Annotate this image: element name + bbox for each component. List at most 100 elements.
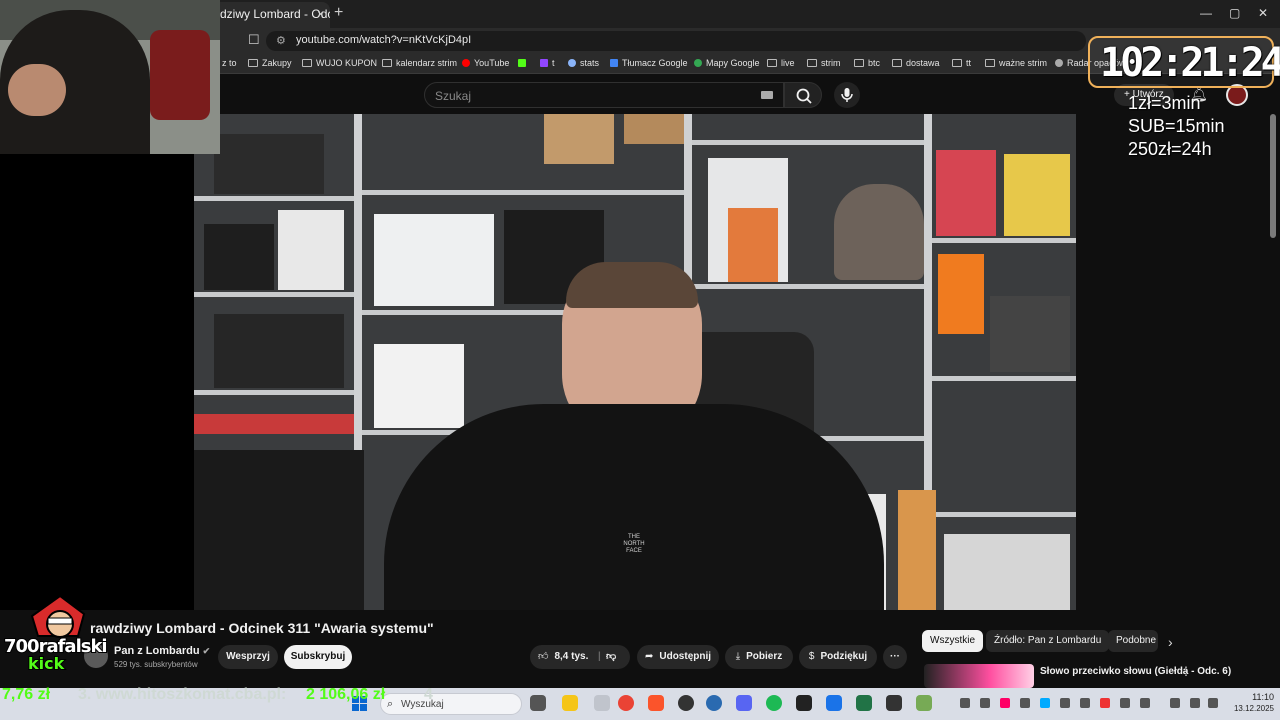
bookmark-item[interactable]: stats — [568, 58, 599, 68]
youtube-icon — [462, 59, 470, 67]
tray-icon[interactable] — [1100, 698, 1110, 708]
bag — [194, 450, 364, 610]
bookmark-item[interactable]: btc — [854, 58, 880, 68]
bookmark-item[interactable]: WUJO KUPON — [302, 58, 377, 68]
microphone-tray-icon[interactable] — [1170, 698, 1180, 708]
tray-icon[interactable] — [980, 698, 990, 708]
tray-icon[interactable] — [960, 698, 970, 708]
bookmark-item[interactable]: Tłumacz Google — [610, 58, 688, 68]
chevron-right-icon[interactable]: › — [1168, 634, 1173, 650]
tray-icon[interactable] — [1140, 698, 1150, 708]
tab-title: dziwy Lombard - Odcine — [220, 7, 330, 21]
taskbar-search-input[interactable]: ⌕ Wyszukaj — [380, 693, 522, 715]
tray-icon[interactable] — [1020, 698, 1030, 708]
bookmark-item[interactable]: live — [767, 58, 795, 68]
folder-icon — [302, 59, 312, 67]
bookmark-item[interactable]: z to — [222, 58, 237, 68]
download-button[interactable]: ⤓ Pobierz — [725, 645, 793, 669]
app-icon[interactable] — [826, 695, 842, 711]
tray-icon[interactable] — [1080, 698, 1090, 708]
video-title: rawdziwy Lombard - Odcinek 311 "Awaria s… — [90, 620, 434, 636]
chip-all[interactable]: Wszystkie — [922, 630, 983, 652]
share-icon: ➦ — [644, 651, 654, 662]
chrome-icon[interactable] — [618, 695, 634, 711]
tray-icon[interactable] — [1000, 698, 1010, 708]
search-icon — [796, 88, 812, 104]
new-tab-button[interactable]: + — [334, 4, 343, 22]
recommended-video-thumbnail[interactable] — [924, 664, 1034, 688]
network-icon[interactable] — [1190, 698, 1200, 708]
theater-right-margin — [1076, 114, 1280, 610]
bookmark-item[interactable]: strim — [807, 58, 841, 68]
bookmark-item[interactable]: t — [540, 58, 555, 68]
channel-name[interactable]: Pan z Lombardu ✔ — [114, 645, 210, 657]
url-field[interactable]: ⚙ youtube.com/watch?v=nKtVcKjD4pI — [266, 31, 1086, 51]
tray-icon[interactable] — [1120, 698, 1130, 708]
subathon-timer: 102:21:24 — [1100, 40, 1280, 86]
bookmark-item[interactable]: Zakupy — [248, 58, 292, 68]
minimize-button[interactable]: — — [1200, 6, 1212, 20]
volume-icon[interactable] — [1208, 698, 1218, 708]
bookmark-item[interactable]: ważne strim — [985, 58, 1047, 68]
bluetooth-icon[interactable] — [1040, 698, 1050, 708]
page-scrollbar[interactable] — [1270, 114, 1276, 238]
thanks-icon: $ — [808, 651, 815, 662]
bookmark-item[interactable] — [518, 58, 530, 68]
taskview-icon[interactable] — [530, 695, 546, 711]
person-hair — [566, 262, 698, 308]
excel-icon[interactable] — [856, 695, 872, 711]
browser-tab-active[interactable]: dziwy Lombard - Odcine × — [212, 2, 330, 28]
bookmark-item[interactable]: Mapy Google — [694, 58, 760, 68]
share-button[interactable]: ➦ Udostępnij — [637, 645, 719, 669]
bookmark-icon[interactable]: ☐ — [248, 32, 260, 48]
support-button[interactable]: Wesprzyj — [218, 645, 278, 669]
shelf-board — [194, 292, 354, 297]
shelf-board — [692, 140, 924, 145]
maximize-button[interactable]: ▢ — [1229, 6, 1240, 20]
app-icon[interactable] — [594, 695, 610, 711]
obs-icon[interactable] — [678, 695, 694, 711]
search-input[interactable]: Szukaj — [424, 82, 784, 108]
chip-similar[interactable]: Podobne — [1108, 630, 1158, 652]
more-actions-button[interactable]: ··· — [883, 645, 907, 669]
backpack — [834, 184, 924, 280]
donation-ticker: 7,76 zł 3. www.hitoszkomat.cba.pl: 2 106… — [0, 686, 385, 720]
bookmark-item[interactable]: YouTube — [462, 58, 509, 68]
tray-icon[interactable] — [1060, 698, 1070, 708]
search-button[interactable] — [784, 82, 822, 108]
site-info-icon[interactable]: ⚙ — [276, 34, 286, 47]
discord-icon[interactable] — [736, 695, 752, 711]
ticker-amount: 2 106,06 zł — [306, 686, 386, 703]
clock-time[interactable]: 11:10 — [1246, 692, 1274, 702]
shelf-board — [194, 390, 354, 395]
video-player[interactable]: THE NORTH FACE — [194, 114, 1076, 610]
explorer-icon[interactable] — [562, 695, 578, 711]
app-icon[interactable] — [886, 695, 902, 711]
bookmark-item[interactable]: dostawa — [892, 58, 940, 68]
like-button[interactable]: 👍︎ 8,4 tys. — [538, 651, 588, 662]
product-box — [374, 214, 494, 306]
shelf-board — [362, 190, 684, 195]
clock-date[interactable]: 13.12.2025 — [1226, 704, 1274, 713]
dislike-button[interactable]: 👎︎ — [606, 645, 616, 669]
jacket-logo: THE NORTH FACE — [623, 534, 645, 554]
app-icon[interactable] — [916, 695, 932, 711]
spotify-icon[interactable] — [766, 695, 782, 711]
close-window-button[interactable]: ✕ — [1258, 6, 1268, 20]
shelf-board — [932, 238, 1076, 243]
bookmark-item[interactable]: tt — [952, 58, 971, 68]
subscribe-button[interactable]: Subskrybuj — [284, 645, 352, 669]
app-icon[interactable] — [796, 695, 812, 711]
translate-icon — [610, 59, 618, 67]
thanks-button[interactable]: $ Podziękuj — [799, 645, 877, 669]
chip-source[interactable]: Źródło: Pan z Lombardu — [986, 630, 1110, 652]
bike — [150, 30, 210, 120]
voice-search-button[interactable] — [834, 82, 860, 108]
more-vert-icon[interactable]: ⋮ — [1180, 664, 1192, 678]
recommended-video-title[interactable]: Słowo przeciwko słowu (Giełda - Odc. 6) — [1040, 666, 1231, 677]
close-tab-icon[interactable]: × — [317, 2, 324, 26]
app-icon[interactable] — [706, 695, 722, 711]
keyboard-icon[interactable] — [761, 91, 773, 99]
bookmark-item[interactable]: kalendarz strim — [382, 58, 457, 68]
brave-icon[interactable] — [648, 695, 664, 711]
